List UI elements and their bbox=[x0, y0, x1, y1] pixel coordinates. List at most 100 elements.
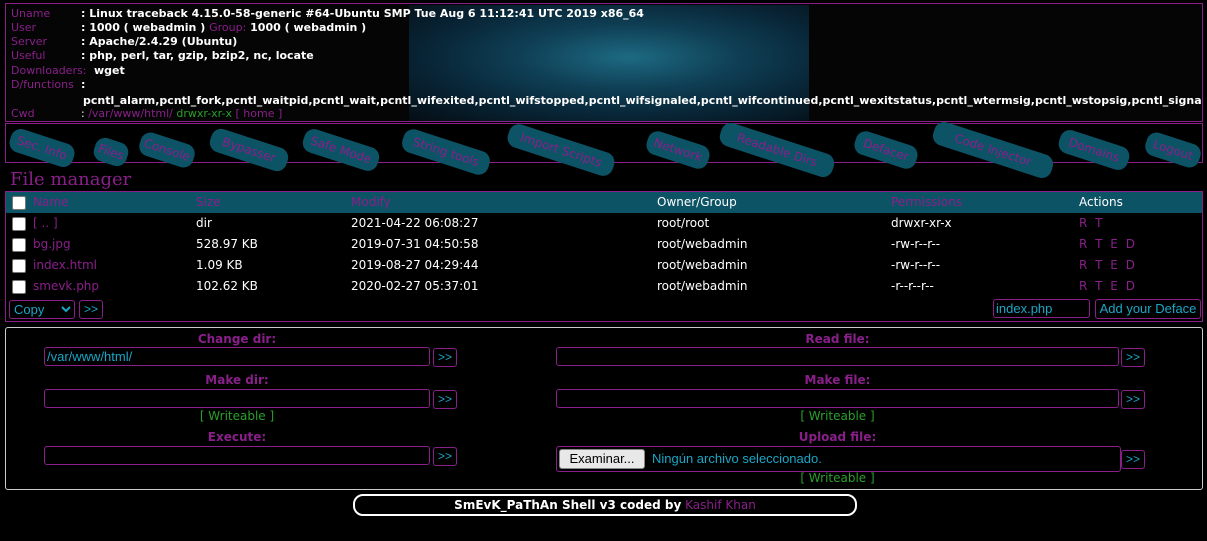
cwd-colon: : bbox=[81, 107, 85, 120]
file-owner: root/webadmin bbox=[657, 258, 748, 272]
server-label: Server bbox=[11, 35, 48, 48]
user-line: : 1000 ( webadmin ) Group: 1000 ( webadm… bbox=[81, 21, 366, 34]
dfunctions-label: D/functions bbox=[11, 78, 74, 91]
uname-label: Uname bbox=[11, 7, 51, 20]
row-checkbox[interactable] bbox=[12, 217, 26, 231]
nav-sec-info[interactable]: Sec. Info bbox=[6, 126, 78, 170]
make-dir-writeable-status: [ Writeable ] bbox=[199, 409, 275, 423]
col-permissions[interactable]: Permissions bbox=[891, 195, 962, 209]
nav-readable-dirs[interactable]: Readable Dirs bbox=[717, 120, 837, 180]
nav-string-tools[interactable]: String tools bbox=[399, 126, 493, 178]
file-name-link[interactable]: [ .. ] bbox=[33, 216, 58, 230]
nav-files[interactable]: Files bbox=[91, 135, 131, 169]
select-all-checkbox[interactable] bbox=[12, 196, 26, 210]
nav-code-injector[interactable]: Code Injector bbox=[930, 119, 1056, 181]
dfunctions-colon: : bbox=[81, 78, 86, 91]
nav-safe-mode[interactable]: Safe Mode bbox=[300, 126, 382, 174]
read-file-input[interactable] bbox=[556, 347, 1119, 366]
nav-defacer[interactable]: Defacer bbox=[851, 128, 921, 172]
table-row: bg.jpg 528.97 KB 2019-07-31 04:50:58 root/w… bbox=[6, 234, 1202, 255]
dfunctions-list: pcntl_alarm,pcntl_fork,pcntl_waitpid,pcn… bbox=[83, 94, 1202, 108]
table-row: index.html 1.09 KB 2019-08-27 04:29:44 root… bbox=[6, 255, 1202, 276]
add-deface-button[interactable]: Add your Deface bbox=[1095, 299, 1201, 319]
file-actions[interactable]: R T E D bbox=[1079, 258, 1137, 272]
group-value: 1000 ( webadmin ) bbox=[250, 21, 367, 34]
browse-button[interactable]: Examinar... bbox=[559, 449, 645, 469]
downloaders-label: Downloaders: bbox=[11, 64, 87, 77]
row-checkbox[interactable] bbox=[12, 280, 26, 294]
nav-domains[interactable]: Domains bbox=[1056, 127, 1132, 173]
cwd-line: : /var/www/html/ drwxr-xr-x [ home ] bbox=[81, 107, 282, 120]
table-header: Name Size Modify Owner/Group Permissions… bbox=[6, 192, 1202, 213]
upload-file-field[interactable]: Examinar... Ningún archivo seleccionado. bbox=[556, 446, 1121, 472]
useful-value: : php, perl, tar, gzip, bzip2, nc, locat… bbox=[81, 49, 314, 62]
make-file-go-button[interactable]: >> bbox=[1121, 390, 1145, 409]
upload-writeable-status: [ Writeable ] bbox=[800, 471, 875, 485]
file-name-link[interactable]: bg.jpg bbox=[33, 237, 71, 251]
nav-console[interactable]: Console bbox=[136, 129, 198, 171]
col-modify[interactable]: Modify bbox=[351, 195, 391, 209]
nav-bypasser[interactable]: Bypasser bbox=[207, 126, 291, 174]
user-value: : 1000 ( webadmin ) bbox=[81, 21, 206, 34]
cwd-path-link[interactable]: /var/www/html/ bbox=[88, 107, 173, 120]
execute-input[interactable] bbox=[44, 446, 430, 465]
col-size[interactable]: Size bbox=[196, 195, 221, 209]
table-row: smevk.php 102.62 KB 2020-02-27 05:37:01 roo… bbox=[6, 276, 1202, 297]
nav-logout[interactable]: Logout bbox=[1142, 129, 1204, 171]
user-label: User bbox=[11, 21, 37, 34]
make-file-input[interactable] bbox=[556, 389, 1119, 408]
cwd-label: Cwd bbox=[11, 107, 35, 120]
file-permissions: drwxr-xr-x bbox=[891, 216, 952, 230]
file-modified: 2021-04-22 06:08:27 bbox=[351, 216, 479, 230]
file-owner: root/webadmin bbox=[657, 237, 748, 251]
change-dir-input[interactable]: /var/www/html/ bbox=[44, 347, 430, 366]
bulk-action-select[interactable]: Copy bbox=[9, 300, 75, 319]
change-dir-go-button[interactable]: >> bbox=[433, 348, 457, 367]
footer-credit: SmEvK_PaThAn Shell v3 coded by Kashif Kh… bbox=[353, 494, 857, 516]
tools-panel: Change dir: /var/www/html/ >> Make dir: … bbox=[5, 327, 1203, 490]
file-actions[interactable]: R T bbox=[1079, 216, 1104, 230]
bulk-action-go-button[interactable]: >> bbox=[79, 300, 103, 319]
no-file-selected-text: Ningún archivo seleccionado. bbox=[652, 451, 822, 466]
col-owner: Owner/Group bbox=[657, 195, 737, 209]
file-owner: root/webadmin bbox=[657, 279, 748, 293]
downloaders-value: wget bbox=[94, 64, 125, 77]
file-name-link[interactable]: index.html bbox=[33, 258, 97, 272]
upload-file-label: Upload file: bbox=[798, 430, 877, 444]
col-name[interactable]: Name bbox=[33, 195, 68, 209]
make-dir-input[interactable] bbox=[44, 389, 430, 408]
file-size: dir bbox=[196, 216, 212, 230]
file-manager-title: File manager bbox=[10, 169, 132, 190]
execute-go-button[interactable]: >> bbox=[433, 447, 457, 466]
file-size: 528.97 KB bbox=[196, 237, 258, 251]
file-modified: 2020-02-27 05:37:01 bbox=[351, 279, 479, 293]
nav-import-scripts[interactable]: Import Scripts bbox=[504, 121, 618, 179]
table-row: [ .. ] dir 2021-04-22 06:08:27 root/root drw… bbox=[6, 213, 1202, 234]
server-value: : Apache/2.4.29 (Ubuntu) bbox=[81, 35, 238, 48]
deface-file-input[interactable]: index.php bbox=[993, 299, 1090, 318]
row-checkbox[interactable] bbox=[12, 259, 26, 273]
nav-network[interactable]: Network bbox=[643, 128, 713, 172]
upload-go-button[interactable]: >> bbox=[1121, 450, 1145, 469]
file-name-link[interactable]: smevk.php bbox=[33, 279, 99, 293]
read-file-go-button[interactable]: >> bbox=[1121, 348, 1145, 367]
file-permissions: -r--r--r-- bbox=[891, 279, 934, 293]
file-permissions: -rw-r--r-- bbox=[891, 237, 941, 251]
file-owner: root/root bbox=[657, 216, 710, 230]
author-link[interactable]: Kashif Khan bbox=[685, 498, 756, 512]
file-permissions: -rw-r--r-- bbox=[891, 258, 941, 272]
cwd-permissions: drwxr-xr-x bbox=[176, 107, 232, 120]
execute-label: Execute: bbox=[207, 430, 267, 444]
make-file-writeable-status: [ Writeable ] bbox=[800, 409, 875, 423]
col-actions: Actions bbox=[1079, 195, 1123, 209]
make-dir-go-button[interactable]: >> bbox=[433, 390, 457, 409]
file-actions[interactable]: R T E D bbox=[1079, 237, 1137, 251]
uname-value: : Linux traceback 4.15.0-58-generic #64-… bbox=[81, 7, 644, 20]
read-file-label: Read file: bbox=[805, 332, 870, 346]
system-info-panel: Uname : Linux traceback 4.15.0-58-generi… bbox=[5, 3, 1203, 122]
make-dir-label: Make dir: bbox=[205, 373, 269, 387]
row-checkbox[interactable] bbox=[12, 238, 26, 252]
home-link[interactable]: [ home ] bbox=[235, 107, 282, 120]
file-actions[interactable]: R T E D bbox=[1079, 279, 1137, 293]
useful-label: Useful bbox=[11, 49, 46, 62]
